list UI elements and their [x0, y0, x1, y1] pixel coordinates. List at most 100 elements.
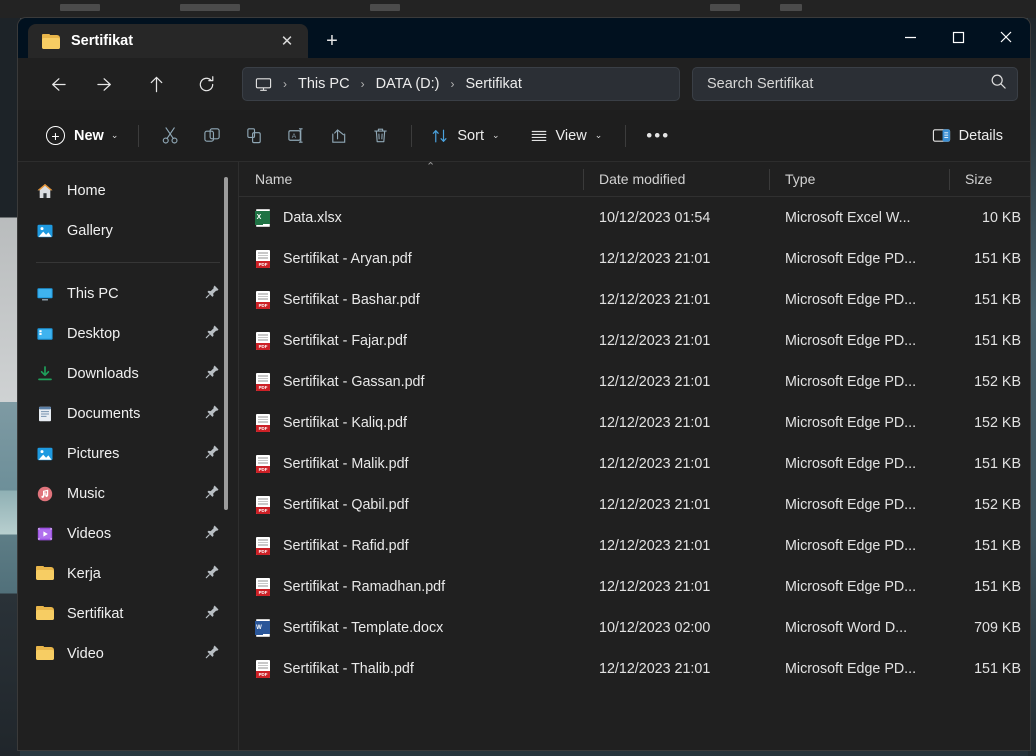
window-controls	[886, 18, 1030, 58]
sidebar-item-this-pc[interactable]: This PC	[24, 274, 232, 314]
sidebar-item-desktop[interactable]: Desktop	[24, 314, 232, 354]
refresh-button[interactable]	[188, 67, 224, 101]
table-row[interactable]: PDF Sertifikat - Ramadhan.pdf 12/12/2023 2…	[239, 566, 1030, 607]
sidebar-item-kerja[interactable]: Kerja	[24, 554, 232, 594]
svg-text:A: A	[292, 133, 297, 140]
tab-title: Sertifikat	[71, 33, 134, 49]
pin-icon[interactable]	[205, 284, 220, 304]
sidebar-item-downloads[interactable]: Downloads	[24, 354, 232, 394]
cut-icon[interactable]	[149, 119, 191, 153]
file-name-cell[interactable]: PDF Sertifikat - Fajar.pdf	[239, 331, 583, 350]
table-row[interactable]: PDF Sertifikat - Bashar.pdf 12/12/2023 21:…	[239, 279, 1030, 320]
column-label: Name	[255, 171, 293, 187]
share-icon[interactable]	[317, 119, 359, 153]
search-icon[interactable]	[990, 73, 1007, 95]
tab-sertifikat[interactable]: Sertifikat ✕	[28, 24, 308, 58]
pin-icon[interactable]	[205, 404, 220, 424]
sidebar-item-home[interactable]: Home	[24, 171, 232, 211]
details-pane-button[interactable]: Details	[923, 119, 1012, 153]
back-button[interactable]	[38, 67, 74, 101]
file-type-cell: Microsoft Edge PD...	[785, 660, 917, 677]
view-label: View	[555, 127, 587, 144]
pdf-file-icon: PDF	[255, 659, 271, 678]
file-date-cell: 10/12/2023 02:00	[599, 619, 711, 636]
details-pane-icon	[932, 129, 950, 142]
sidebar-item-sertifikat[interactable]: Sertifikat	[24, 594, 232, 634]
breadcrumb-item-this-pc[interactable]: This PC	[298, 76, 350, 92]
pdf-file-icon: PDF	[255, 331, 271, 350]
file-name-cell[interactable]: PDF Sertifikat - Thalib.pdf	[239, 659, 583, 678]
see-more-button[interactable]: •••	[636, 119, 680, 153]
file-type-cell: Microsoft Edge PD...	[785, 414, 917, 431]
file-name-label: Sertifikat - Malik.pdf	[283, 455, 409, 472]
sidebar-item-music[interactable]: Music	[24, 474, 232, 514]
forward-button[interactable]	[88, 67, 124, 101]
table-row[interactable]: PDF Sertifikat - Malik.pdf 12/12/2023 21:0…	[239, 443, 1030, 484]
file-size-cell: 151 KB	[974, 537, 1021, 554]
table-row[interactable]: X Data.xlsx 10/12/2023 01:54 Microsoft Exce…	[239, 197, 1030, 238]
up-button[interactable]	[138, 67, 174, 101]
file-name-label: Sertifikat - Bashar.pdf	[283, 291, 420, 308]
search-box[interactable]: Search Sertifikat	[692, 67, 1018, 101]
breadcrumb-item-sertifikat[interactable]: Sertifikat	[465, 76, 521, 92]
file-name-cell[interactable]: X Data.xlsx	[239, 208, 583, 227]
column-header-name[interactable]: Name ⌃	[239, 162, 583, 197]
sidebar-item-pictures[interactable]: Pictures	[24, 434, 232, 474]
sidebar-label: Music	[67, 486, 105, 502]
column-header-date-modified[interactable]: Date modified	[583, 162, 769, 197]
file-name-cell[interactable]: PDF Sertifikat - Ramadhan.pdf	[239, 577, 583, 596]
file-name-label: Sertifikat - Qabil.pdf	[283, 496, 409, 513]
table-row[interactable]: W Sertifikat - Template.docx 10/12/2023 02…	[239, 607, 1030, 648]
pin-icon[interactable]	[205, 364, 220, 384]
sort-button[interactable]: Sort ⌄	[422, 119, 508, 153]
pin-icon[interactable]	[205, 564, 220, 584]
breadcrumb-item-data-d[interactable]: DATA (D:)	[376, 76, 440, 92]
view-button[interactable]: View ⌄	[521, 119, 612, 153]
copy-icon[interactable]	[191, 119, 233, 153]
rename-icon[interactable]: A	[275, 119, 317, 153]
delete-icon[interactable]	[359, 119, 401, 153]
table-row[interactable]: PDF Sertifikat - Fajar.pdf 12/12/2023 21:0…	[239, 320, 1030, 361]
sidebar-item-video[interactable]: Video	[24, 634, 232, 674]
table-row[interactable]: PDF Sertifikat - Aryan.pdf 12/12/2023 21:0…	[239, 238, 1030, 279]
breadcrumb[interactable]: › This PC › DATA (D:) › Sertifikat	[242, 67, 680, 101]
close-window-icon[interactable]	[982, 18, 1030, 56]
sidebar-item-gallery[interactable]: Gallery	[24, 211, 232, 251]
minimize-icon[interactable]	[886, 18, 934, 56]
table-row[interactable]: PDF Sertifikat - Thalib.pdf 12/12/2023 21:…	[239, 648, 1030, 689]
sidebar-item-documents[interactable]: Documents	[24, 394, 232, 434]
sidebar-label: Kerja	[67, 566, 101, 582]
file-name-label: Sertifikat - Kaliq.pdf	[283, 414, 407, 431]
new-button[interactable]: + New ⌄	[38, 119, 128, 153]
close-tab-icon[interactable]: ✕	[274, 28, 300, 54]
column-header-type[interactable]: Type	[769, 162, 949, 197]
pictures-icon	[36, 445, 54, 463]
table-row[interactable]: PDF Sertifikat - Rafid.pdf 12/12/2023 21:0…	[239, 525, 1030, 566]
file-name-cell[interactable]: PDF Sertifikat - Gassan.pdf	[239, 372, 583, 391]
pin-icon[interactable]	[205, 604, 220, 624]
pin-icon[interactable]	[205, 644, 220, 664]
pin-icon[interactable]	[205, 484, 220, 504]
file-name-cell[interactable]: PDF Sertifikat - Qabil.pdf	[239, 495, 583, 514]
maximize-icon[interactable]	[934, 18, 982, 56]
table-row[interactable]: PDF Sertifikat - Kaliq.pdf 12/12/2023 21:0…	[239, 402, 1030, 443]
table-row[interactable]: PDF Sertifikat - Gassan.pdf 12/12/2023 21:…	[239, 361, 1030, 402]
file-name-cell[interactable]: PDF Sertifikat - Malik.pdf	[239, 454, 583, 473]
table-row[interactable]: PDF Sertifikat - Qabil.pdf 12/12/2023 21:0…	[239, 484, 1030, 525]
sidebar-item-videos[interactable]: Videos	[24, 514, 232, 554]
sidebar-scrollbar[interactable]	[224, 177, 228, 510]
search-input[interactable]: Search Sertifikat	[707, 76, 990, 92]
column-header-size[interactable]: Size	[949, 162, 1030, 197]
new-tab-icon[interactable]: +	[316, 25, 348, 57]
pin-icon[interactable]	[205, 324, 220, 344]
paste-icon[interactable]	[233, 119, 275, 153]
file-name-cell[interactable]: PDF Sertifikat - Bashar.pdf	[239, 290, 583, 309]
pin-icon[interactable]	[205, 524, 220, 544]
column-label: Size	[965, 171, 993, 187]
this-pc-monitor-icon[interactable]	[255, 76, 272, 93]
file-name-cell[interactable]: PDF Sertifikat - Rafid.pdf	[239, 536, 583, 555]
file-name-cell[interactable]: W Sertifikat - Template.docx	[239, 618, 583, 637]
file-name-cell[interactable]: PDF Sertifikat - Aryan.pdf	[239, 249, 583, 268]
file-name-cell[interactable]: PDF Sertifikat - Kaliq.pdf	[239, 413, 583, 432]
pin-icon[interactable]	[205, 444, 220, 464]
